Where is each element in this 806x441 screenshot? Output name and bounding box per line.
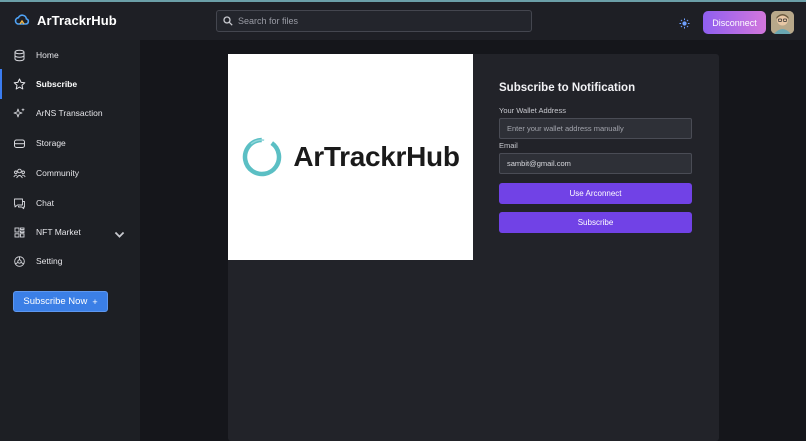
ring-logo-icon (243, 137, 282, 177)
sidebar-item-arns-transaction[interactable]: ArNS Transaction (0, 98, 140, 128)
sidebar-item-label: Setting (36, 256, 63, 266)
sun-icon (678, 17, 690, 29)
chat-icon (14, 198, 25, 209)
plus-icon: + (92, 296, 98, 307)
sparkles-icon (13, 107, 25, 117)
grid-icon (14, 227, 25, 237)
theme-toggle[interactable] (677, 16, 691, 30)
search-input[interactable] (238, 16, 531, 26)
storage-icon (14, 139, 25, 148)
sidebar-item-label: Chat (36, 198, 54, 208)
subscribe-now-button[interactable]: Subscribe Now + (13, 291, 108, 312)
form-title: Subscribe to Notification (499, 82, 636, 94)
sidebar-item-label: NFT Market (36, 227, 81, 237)
subscribe-button[interactable]: Subscribe (499, 212, 692, 233)
sidebar-item-label: Home (36, 50, 59, 60)
search-icon (223, 16, 233, 26)
sidebar-item-storage[interactable]: Storage (0, 128, 140, 158)
email-field[interactable] (499, 153, 692, 174)
sidebar-item-home[interactable]: Home (0, 40, 140, 70)
sidebar: Home Subscribe ArNS Transaction Storage … (0, 40, 140, 441)
brand[interactable]: ArTrackrHub (14, 10, 117, 30)
sidebar-item-community[interactable]: Community (0, 158, 140, 188)
user-avatar-icon (771, 11, 794, 34)
disconnect-button[interactable]: Disconnect (703, 11, 766, 34)
top-bar: ArTrackrHub Disconnect (0, 0, 806, 40)
avatar[interactable] (771, 11, 794, 34)
subscribe-now-label: Subscribe Now (23, 296, 88, 307)
sidebar-item-label: Community (36, 168, 79, 178)
app-name: ArTrackrHub (37, 12, 117, 28)
cloud-logo-icon (14, 14, 30, 25)
sidebar-item-nft-market[interactable]: NFT Market (0, 217, 140, 247)
search-bar[interactable] (216, 10, 532, 32)
star-icon (13, 78, 26, 89)
settings-icon (14, 255, 25, 267)
banner-logo-text: ArTrackrHub (293, 141, 460, 172)
sidebar-item-label: Subscribe (36, 79, 78, 89)
database-icon (14, 49, 25, 61)
sidebar-item-setting[interactable]: Setting (0, 246, 140, 276)
sidebar-item-label: Storage (36, 138, 66, 148)
wallet-address-input[interactable] (499, 118, 692, 139)
use-arconnect-button[interactable]: Use Arconnect (499, 183, 692, 204)
email-label: Email (499, 141, 518, 150)
brand-banner: ArTrackrHub (228, 54, 473, 260)
sidebar-item-subscribe[interactable]: Subscribe (0, 69, 140, 99)
sidebar-item-chat[interactable]: Chat (0, 188, 140, 218)
community-icon (13, 168, 26, 178)
wallet-address-label: Your Wallet Address (499, 106, 566, 115)
chevron-down-icon[interactable] (113, 228, 126, 241)
sidebar-item-label: ArNS Transaction (36, 108, 103, 118)
